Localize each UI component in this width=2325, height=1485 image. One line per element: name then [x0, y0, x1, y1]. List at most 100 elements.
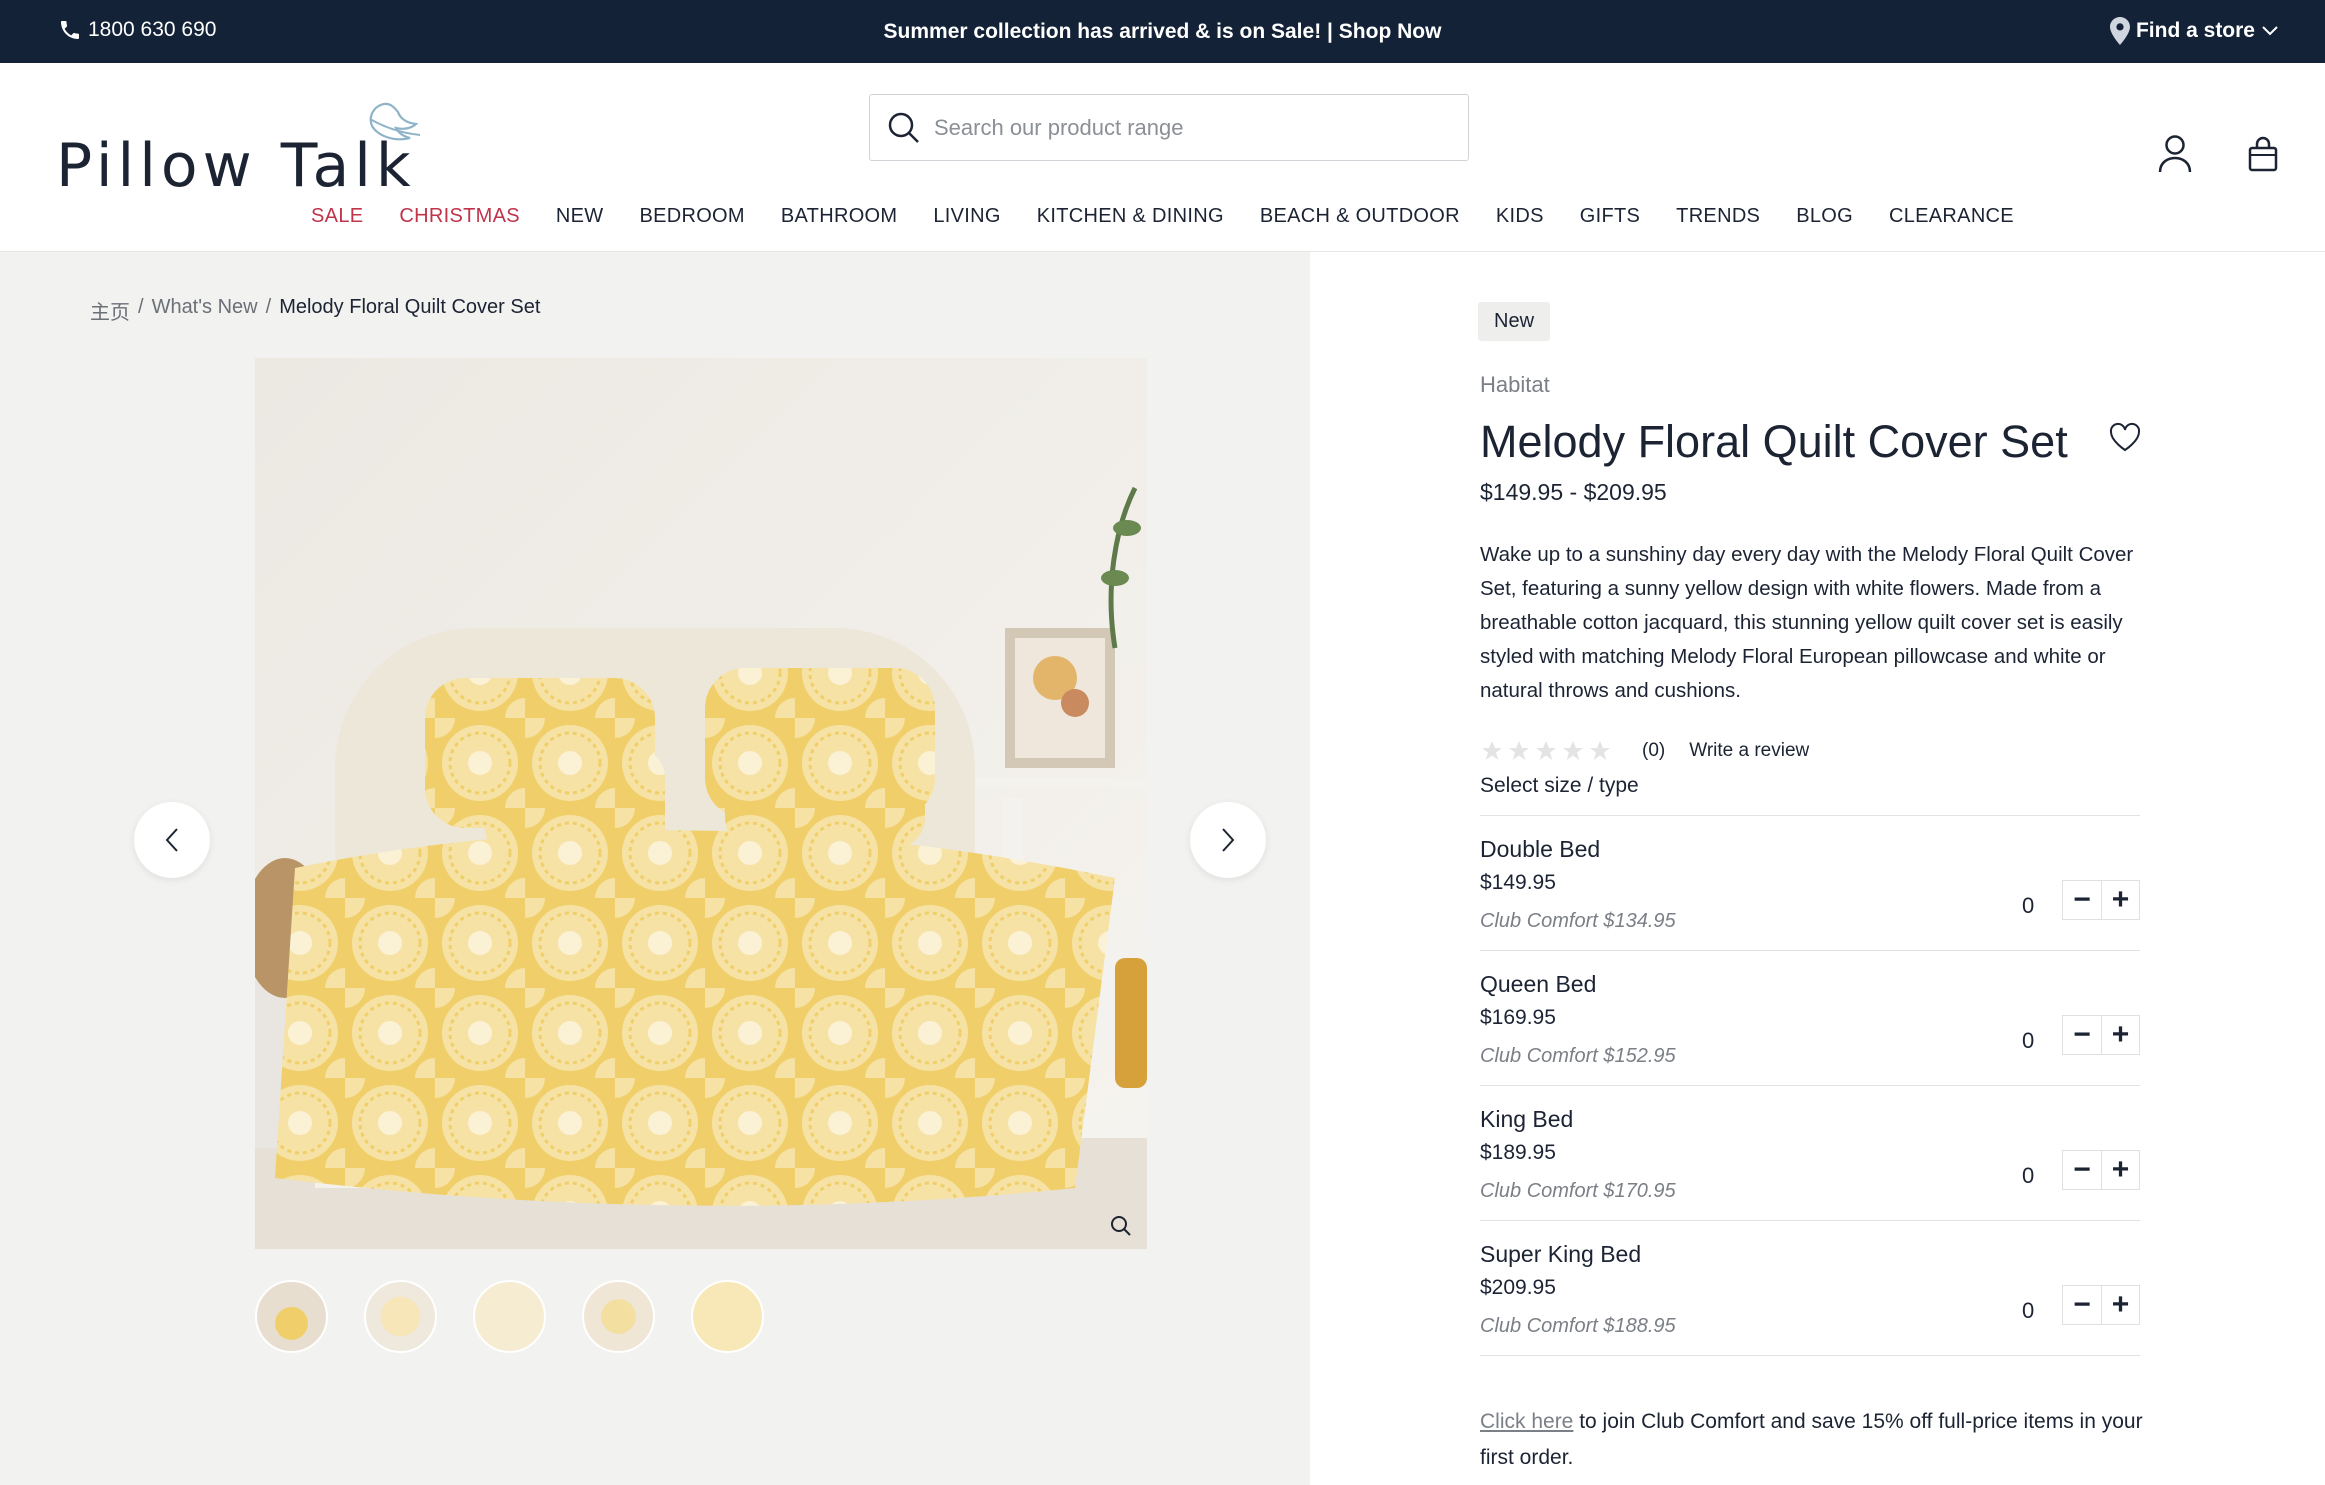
quantity-stepper: − +	[2062, 1150, 2140, 1190]
variant-price: $189.95	[1480, 1141, 1556, 1164]
chevron-down-icon	[2262, 26, 2278, 36]
variant-quantity: 0	[2022, 893, 2035, 918]
variant-name: Super King Bed	[1480, 1241, 1642, 1267]
variant-row: Super King Bed $209.95 Club Comfort $188…	[1480, 1221, 2140, 1356]
search-bar[interactable]	[869, 94, 1469, 161]
write-review-link[interactable]: Write a review	[1689, 740, 1809, 762]
variant-quantity: 0	[2022, 1028, 2035, 1053]
quantity-stepper: − +	[2062, 880, 2140, 920]
nav-sale[interactable]: SALE	[311, 205, 363, 228]
decrease-quantity-button[interactable]: −	[2063, 1016, 2101, 1054]
thumbnail-3[interactable]	[473, 1280, 546, 1353]
variant-quantity: 0	[2022, 1163, 2035, 1188]
new-badge: New	[1478, 302, 1551, 341]
thumbnail-strip	[255, 1280, 764, 1353]
product-main-image[interactable]	[255, 358, 1147, 1249]
nav-bathroom[interactable]: BATHROOM	[781, 205, 897, 228]
nav-clearance[interactable]: CLEARANCE	[1889, 205, 2014, 228]
user-icon	[2158, 135, 2192, 173]
breadcrumb-separator: /	[265, 296, 272, 318]
thumbnail-1[interactable]	[255, 1280, 328, 1353]
shopping-bag-icon	[2248, 136, 2278, 172]
nav-kids[interactable]: KIDS	[1496, 205, 1544, 228]
product-title: Melody Floral Quilt Cover Set	[1480, 416, 2068, 467]
map-pin-icon	[2109, 17, 2130, 45]
variant-row: Queen Bed $169.95 Club Comfort $152.95 0…	[1480, 951, 2140, 1086]
nav-blog[interactable]: BLOG	[1796, 205, 1853, 228]
variant-name: King Bed	[1480, 1106, 1574, 1132]
nav-christmas[interactable]: CHRISTMAS	[399, 205, 519, 228]
increase-quantity-button[interactable]: +	[2101, 1151, 2139, 1189]
variant-row: King Bed $189.95 Club Comfort $170.95 0 …	[1480, 1086, 2140, 1221]
search-input[interactable]	[934, 114, 1434, 141]
quantity-stepper: − +	[2062, 1285, 2140, 1325]
star-icon	[1482, 741, 1502, 760]
find-store-dropdown[interactable]: Find a store	[2109, 17, 2279, 45]
breadcrumb: 主页 / What's New / Melody Floral Quilt Co…	[90, 296, 540, 325]
variant-club-price: Club Comfort $188.95	[1480, 1315, 1676, 1337]
site-header: Pillow Talk SALE CHRISTMAS NEW BEDROOM B…	[0, 63, 2325, 252]
breadcrumb-whats-new[interactable]: What's New	[152, 296, 258, 325]
nav-beach-outdoor[interactable]: BEACH & OUTDOOR	[1260, 205, 1460, 228]
select-size-label: Select size / type	[1480, 774, 1639, 797]
shop-now-link[interactable]: Shop Now	[1339, 20, 1442, 43]
variant-name: Double Bed	[1480, 836, 1601, 862]
chevron-right-icon	[1222, 828, 1235, 852]
variant-club-price: Club Comfort $152.95	[1480, 1045, 1676, 1067]
main-navigation: SALE CHRISTMAS NEW BEDROOM BATHROOM LIVI…	[0, 205, 2325, 228]
decrease-quantity-button[interactable]: −	[2063, 1151, 2101, 1189]
cart-button[interactable]	[2248, 136, 2278, 177]
account-button[interactable]	[2158, 135, 2192, 178]
decrease-quantity-button[interactable]: −	[2063, 1286, 2101, 1324]
feather-logo-icon	[369, 102, 421, 141]
variant-price: $209.95	[1480, 1276, 1556, 1299]
star-icon	[1509, 741, 1529, 760]
increase-quantity-button[interactable]: +	[2101, 1286, 2139, 1324]
nav-kitchen-dining[interactable]: KITCHEN & DINING	[1037, 205, 1224, 228]
breadcrumb-separator: /	[138, 296, 144, 318]
variant-club-price: Club Comfort $170.95	[1480, 1180, 1676, 1202]
zoom-icon[interactable]	[1109, 1214, 1133, 1243]
price-range: $149.95 - $209.95	[1480, 479, 1667, 505]
nav-trends[interactable]: TRENDS	[1676, 205, 1760, 228]
breadcrumb-current: Melody Floral Quilt Cover Set	[279, 296, 541, 318]
product-brand[interactable]: Habitat	[1480, 372, 1550, 398]
previous-image-button[interactable]	[134, 802, 210, 878]
heart-icon	[2109, 422, 2141, 452]
next-image-button[interactable]	[1190, 802, 1266, 878]
club-note-text: to join Club Comfort and save 15% off fu…	[1480, 1410, 2143, 1469]
promo-separator: |	[1327, 20, 1333, 43]
decrease-quantity-button[interactable]: −	[2063, 881, 2101, 919]
thumbnail-4[interactable]	[582, 1280, 655, 1353]
star-icon	[1563, 741, 1583, 760]
nav-living[interactable]: LIVING	[933, 205, 1000, 228]
promo-message: Summer collection has arrived & is on Sa…	[0, 20, 2325, 44]
size-variant-list: Double Bed $149.95 Club Comfort $134.95 …	[1480, 815, 2140, 1356]
club-join-link[interactable]: Click here	[1480, 1410, 1573, 1433]
product-gallery: 主页 / What's New / Melody Floral Quilt Co…	[0, 252, 1310, 1485]
variant-club-price: Club Comfort $134.95	[1480, 910, 1676, 932]
wishlist-button[interactable]	[2109, 422, 2141, 457]
nav-new[interactable]: NEW	[556, 205, 604, 228]
product-description: Wake up to a sunshiny day every day with…	[1480, 543, 2134, 702]
increase-quantity-button[interactable]: +	[2101, 881, 2139, 919]
announcement-bar: 1800 630 690 Summer collection has arriv…	[0, 0, 2325, 63]
pillow-talk-logo[interactable]: Pillow Talk	[56, 99, 421, 201]
nav-bedroom[interactable]: BEDROOM	[639, 205, 744, 228]
variant-quantity: 0	[2022, 1298, 2035, 1323]
star-icon	[1590, 741, 1610, 760]
club-comfort-note: Click here to join Club Comfort and save…	[1480, 1404, 2150, 1476]
promo-text: Summer collection has arrived & is on Sa…	[883, 20, 1322, 43]
thumbnail-5[interactable]	[691, 1280, 764, 1353]
quantity-stepper: − +	[2062, 1015, 2140, 1055]
variant-row: Double Bed $149.95 Club Comfort $134.95 …	[1480, 816, 2140, 951]
nav-gifts[interactable]: GIFTS	[1580, 205, 1640, 228]
breadcrumb-home[interactable]: 主页	[90, 296, 130, 325]
variant-name: Queen Bed	[1480, 971, 1597, 997]
review-count: (0)	[1642, 740, 1666, 761]
star-icon	[1536, 741, 1556, 760]
product-info-panel: New Habitat Melody Floral Quilt Cover Se…	[1310, 252, 2325, 1485]
thumbnail-2[interactable]	[364, 1280, 437, 1353]
increase-quantity-button[interactable]: +	[2101, 1016, 2139, 1054]
rating-row: (0) Write a review	[1480, 739, 1809, 763]
